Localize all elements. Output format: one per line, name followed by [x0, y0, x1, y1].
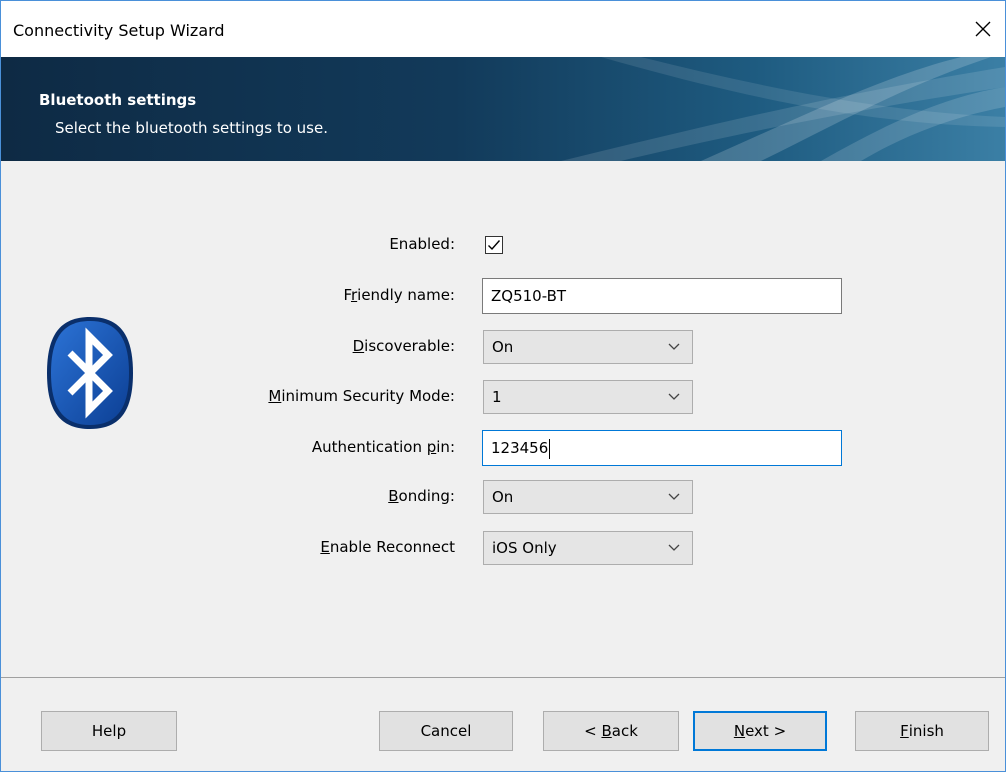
help-button[interactable]: Help [41, 711, 177, 751]
row-enabled: Enabled: [1, 227, 1005, 263]
row-auth-pin: Authentication pin: 123456 [1, 430, 1005, 466]
bonding-label: Bonding: [388, 487, 455, 505]
row-min-security-mode: Minimum Security Mode: 1 [1, 379, 1005, 415]
finish-button[interactable]: Finish [855, 711, 989, 751]
bonding-dropdown[interactable]: On [483, 480, 693, 514]
banner-swoosh-graphic [561, 57, 1005, 161]
auth-pin-input[interactable]: 123456 [482, 430, 842, 466]
checkmark-icon [488, 240, 501, 251]
banner-title: Bluetooth settings [39, 91, 197, 109]
auth-pin-label: Authentication pin: [311, 438, 455, 456]
window-title: Connectivity Setup Wizard [13, 21, 225, 40]
friendly-name-label: Friendly name: [343, 286, 455, 304]
chevron-down-icon [668, 393, 680, 400]
footer-separator [1, 677, 1005, 678]
row-enable-reconnect: Enable Reconnect iOS Only [1, 530, 1005, 566]
text-caret [549, 438, 551, 459]
friendly-name-input[interactable]: ZQ510-BT [482, 278, 842, 314]
auth-pin-value: 123456 [491, 439, 549, 457]
min-security-mode-label: Minimum Security Mode: [268, 387, 455, 405]
row-discoverable: Discoverable: On [1, 329, 1005, 365]
wizard-window: Connectivity Setup Wizard Bluetooth sett… [0, 0, 1006, 772]
chevron-down-icon [668, 343, 680, 350]
header-banner: Bluetooth settings Select the bluetooth … [1, 57, 1005, 161]
min-security-mode-dropdown[interactable]: 1 [483, 380, 693, 414]
close-icon [975, 21, 991, 37]
next-button[interactable]: Next > [693, 711, 827, 751]
min-security-mode-value: 1 [492, 388, 502, 406]
cancel-button[interactable]: Cancel [379, 711, 513, 751]
title-bar: Connectivity Setup Wizard [1, 1, 1005, 57]
discoverable-dropdown[interactable]: On [483, 330, 693, 364]
row-bonding: Bonding: On [1, 479, 1005, 515]
enable-reconnect-label: Enable Reconnect [320, 538, 455, 556]
enable-reconnect-value: iOS Only [492, 539, 557, 557]
discoverable-label: Discoverable: [352, 337, 455, 355]
row-friendly-name: Friendly name: ZQ510-BT [1, 278, 1005, 314]
back-button[interactable]: < Back [543, 711, 679, 751]
enable-reconnect-dropdown[interactable]: iOS Only [483, 531, 693, 565]
close-button[interactable] [961, 9, 1005, 49]
discoverable-value: On [492, 338, 514, 356]
chevron-down-icon [668, 493, 680, 500]
bonding-value: On [492, 488, 514, 506]
banner-subtitle: Select the bluetooth settings to use. [55, 119, 328, 137]
chevron-down-icon [668, 544, 680, 551]
enabled-label: Enabled: [389, 235, 455, 253]
enabled-checkbox[interactable] [485, 236, 503, 254]
